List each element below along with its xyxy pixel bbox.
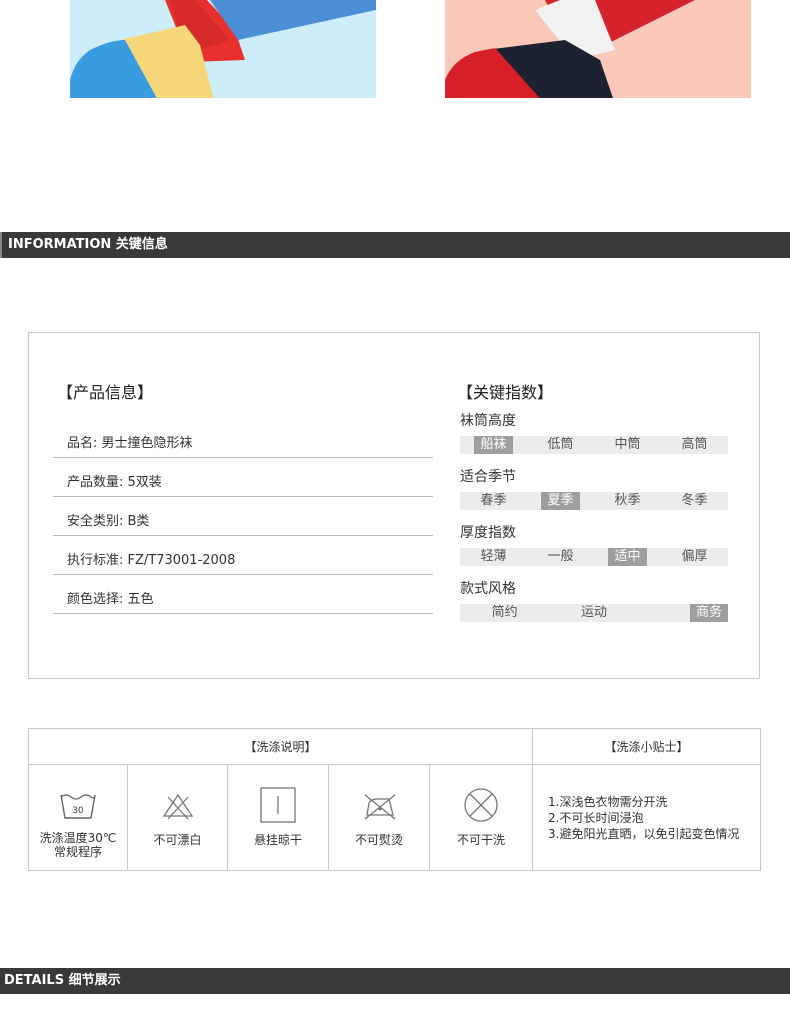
sock-height-label: 袜筒高度: [460, 413, 516, 429]
color-choice-row: 颜色选择: 五色: [53, 575, 433, 614]
no-bleach-icon: [162, 793, 193, 820]
washing-tip: 1.深浅色衣物需分开洗: [548, 795, 668, 809]
standard-row: 执行标准: FZ/T73001-2008: [53, 536, 433, 575]
no-iron-label: 不可熨烫: [354, 833, 403, 847]
product-name-row: 品名: 男士撞色隐形袜: [53, 419, 433, 458]
season-option: 秋季: [614, 493, 641, 508]
thickness-option: 偏厚: [681, 549, 708, 564]
key-index-title: 【关键指数】: [457, 383, 554, 402]
sock-left-illustration: [70, 0, 376, 98]
sock-height-option: 高筒: [681, 437, 708, 452]
sock-height-option: 低筒: [547, 437, 574, 452]
sock-height-option: 船袜: [460, 436, 527, 454]
sock-height-option: 中筒: [614, 437, 641, 452]
thickness-scale: 轻薄 一般 适中 偏厚: [460, 548, 728, 566]
thickness-option: 轻薄: [480, 549, 507, 564]
washing-tip: 3.避免阳光直晒，以免引起变色情况: [548, 827, 740, 841]
sock-right-illustration: [445, 0, 695, 98]
thickness-label: 厚度指数: [460, 525, 516, 541]
wash-30-label: 洗涤温度30℃ 常规程序: [39, 831, 117, 859]
svg-text:30: 30: [72, 806, 84, 816]
thickness-option: 适中: [594, 548, 661, 566]
hang-dry-cell: 悬挂晾干: [228, 765, 329, 870]
information-section-header: INFORMATION 关键信息: [0, 232, 790, 258]
wash-30-cell: 30 洗涤温度30℃ 常规程序: [29, 765, 128, 870]
no-iron-cell: 不可熨烫: [329, 765, 430, 870]
product-quantity-row: 产品数量: 5双装: [53, 458, 433, 497]
season-scale: 春季 夏季 秋季 冬季: [460, 492, 728, 510]
washing-tips: 1.深浅色衣物需分开洗 2.不可长时间浸泡 3.避免阳光直晒，以免引起变色情况: [540, 765, 768, 842]
style-label: 款式风格: [460, 581, 516, 597]
style-option: 简约: [491, 605, 518, 620]
washing-tip: 2.不可长时间浸泡: [548, 811, 644, 825]
no-iron-icon: [364, 794, 396, 820]
thickness-option: 一般: [547, 549, 574, 564]
no-bleach-cell: 不可漂白: [128, 765, 228, 870]
washing-instructions-table: 【洗涤说明】 【洗涤小贴士】 30 洗涤温度30℃ 常规程序 不可漂白 悬挂晾干: [28, 728, 761, 871]
no-bleach-label: 不可漂白: [153, 833, 202, 847]
style-scale: 简约 运动 商务: [460, 604, 728, 622]
product-info-panel: 【产品信息】 【关键指数】 品名: 男士撞色隐形袜 产品数量: 5双装 安全类别…: [28, 332, 760, 679]
sock-height-scale: 船袜 低筒 中筒 高筒: [460, 436, 728, 454]
information-title: INFORMATION 关键信息: [8, 237, 168, 252]
product-image-left: [70, 0, 376, 98]
season-option: 夏季: [527, 492, 594, 510]
season-option: 春季: [480, 493, 507, 508]
product-info-title: 【产品信息】: [57, 383, 154, 402]
style-option: 商务: [639, 604, 728, 622]
season-option: 冬季: [681, 493, 708, 508]
hang-dry-icon: [260, 787, 296, 823]
no-dry-clean-label: 不可干洗: [456, 833, 505, 847]
details-section-header: DETAILS 细节展示: [0, 968, 790, 994]
washing-header: 【洗涤说明】: [29, 729, 533, 765]
product-image-right: [445, 0, 751, 98]
season-label: 适合季节: [460, 469, 516, 485]
style-option: 运动: [580, 605, 607, 620]
no-dry-clean-icon: [464, 788, 498, 822]
washing-tips-header: 【洗涤小贴士】: [533, 729, 760, 765]
wash-30-icon: 30: [60, 794, 96, 819]
hang-dry-label: 悬挂晾干: [253, 833, 302, 847]
no-dry-clean-cell: 不可干洗: [430, 765, 533, 870]
details-title: DETAILS 细节展示: [4, 973, 121, 988]
safety-category-row: 安全类别: B类: [53, 497, 433, 536]
